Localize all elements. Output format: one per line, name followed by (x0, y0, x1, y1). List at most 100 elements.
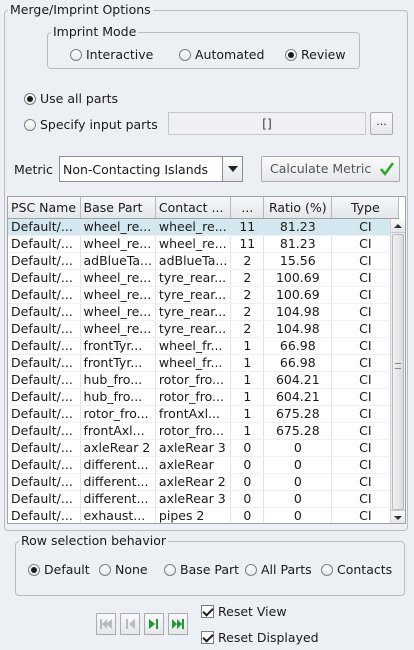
none-radio[interactable] (99, 563, 111, 576)
metric-select[interactable]: Non-Contacting Islands (59, 156, 243, 182)
row-sel-default[interactable]: Default (28, 562, 90, 577)
automated-radio[interactable] (179, 48, 191, 61)
review-radio[interactable] (285, 48, 297, 61)
scroll-down-button[interactable] (391, 510, 405, 523)
previous-button[interactable] (120, 613, 140, 635)
default-label: Default (44, 562, 90, 577)
chevron-down-icon (228, 166, 238, 172)
table-row[interactable]: Default/... wheel_re... wheel_re... 11 81.23… (8, 218, 400, 236)
calculate-metric-button[interactable]: Calculate Metric (261, 156, 400, 182)
arrow-down-icon (394, 516, 402, 520)
reset-view-option[interactable]: Reset View (201, 604, 287, 619)
table-row[interactable]: Default/... axleRear 2 axleRear 3 0 0 CI (8, 439, 400, 457)
browse-parts-button[interactable]: ... (370, 112, 393, 135)
imprint-mode-automated[interactable]: Automated (179, 47, 264, 62)
table-cell: frontAxl... (80, 422, 156, 440)
table-cell: wheel_fr... (155, 354, 232, 372)
specify-parts-label: Specify input parts (40, 117, 158, 132)
table-cell: CI (331, 337, 400, 355)
table-row[interactable]: Default/... exhaust... pipes 2 0 0 CI (8, 507, 400, 523)
table-cell: pipes 2 (155, 507, 232, 523)
use-all-parts-label: Use all parts (40, 91, 119, 106)
all-parts-radio[interactable] (245, 563, 257, 576)
col-header-count[interactable]: ... (230, 197, 265, 219)
use-all-parts-radio[interactable] (24, 92, 36, 105)
table-cell: wheel_re... (80, 218, 156, 236)
table-cell: 604.21 (263, 371, 333, 389)
table-cell: CI (331, 371, 400, 389)
table-vertical-scrollbar[interactable] (390, 219, 405, 523)
row-sel-none[interactable]: None (99, 562, 148, 577)
input-parts-field[interactable]: [] (168, 112, 366, 135)
use-all-parts-option[interactable]: Use all parts (24, 91, 118, 106)
interactive-radio[interactable] (70, 48, 82, 61)
table-row[interactable]: Default/... frontTyr... wheel_fr... 1 66.98 C… (8, 337, 400, 355)
table-row[interactable]: Default/... rotor_fro... frontAxl... 1 675.2… (8, 405, 400, 423)
first-button[interactable] (96, 613, 116, 635)
table-cell: 11 (230, 235, 265, 253)
table-cell: Default/... (8, 439, 81, 457)
table-cell: 66.98 (263, 337, 333, 355)
table-row[interactable]: Default/... frontTyr... wheel_fr... 1 66.98 C… (8, 354, 400, 372)
results-table: PSC Name Base Part Contact ... ... Ratio… (7, 196, 406, 524)
table-cell: CI (331, 252, 400, 270)
table-cell: CI (331, 286, 400, 304)
reset-displayed-option[interactable]: Reset Displayed (201, 630, 319, 645)
reset-displayed-checkbox[interactable] (201, 631, 214, 644)
table-row[interactable]: Default/... wheel_re... wheel_re... 11 81.23… (8, 235, 400, 253)
reset-view-checkbox[interactable] (201, 605, 214, 618)
col-header-type[interactable]: Type (331, 197, 400, 219)
step-back-icon (126, 619, 135, 629)
table-cell: CI (331, 456, 400, 474)
table-row[interactable]: Default/... different... axleRear 0 0 CI (8, 456, 400, 474)
table-cell: different... (80, 456, 156, 474)
step-forward-icon (149, 619, 158, 629)
row-sel-all-parts[interactable]: All Parts (245, 562, 312, 577)
base-part-radio[interactable] (164, 563, 176, 576)
specify-parts-option[interactable]: Specify input parts (24, 117, 158, 132)
table-cell: axleRear (155, 456, 232, 474)
table-row[interactable]: Default/... wheel_re... tyre_rear... 2 104.9… (8, 320, 400, 338)
col-header-psc-name[interactable]: PSC Name (8, 197, 81, 219)
table-cell: 0 (230, 507, 265, 523)
table-cell: wheel_re... (80, 303, 156, 321)
imprint-mode-review[interactable]: Review (285, 47, 346, 62)
imprint-mode-interactive[interactable]: Interactive (70, 47, 153, 62)
contacts-radio[interactable] (321, 563, 333, 576)
scroll-thumb[interactable] (392, 234, 404, 510)
table-cell: rotor_fro... (155, 422, 232, 440)
table-cell: tyre_rear... (155, 320, 232, 338)
col-header-contact[interactable]: Contact ... (155, 197, 232, 219)
table-row[interactable]: Default/... hub_fro... rotor_fro... 1 604.21… (8, 371, 400, 389)
table-row[interactable]: Default/... different... axleRear 2 0 0 CI (8, 473, 400, 491)
table-cell: axleRear 2 (155, 473, 232, 491)
table-cell: different... (80, 473, 156, 491)
table-cell: 0 (263, 490, 333, 508)
table-cell: 1 (230, 371, 265, 389)
table-cell: frontAxl... (155, 405, 232, 423)
table-cell: 0 (230, 490, 265, 508)
col-header-base-part[interactable]: Base Part (80, 197, 156, 219)
scroll-up-button[interactable] (391, 219, 405, 233)
specify-parts-radio[interactable] (24, 118, 36, 131)
table-cell: adBlueTa... (80, 252, 156, 270)
col-header-ratio[interactable]: Ratio (%) (263, 197, 333, 219)
row-sel-contacts[interactable]: Contacts (321, 562, 392, 577)
table-row[interactable]: Default/... wheel_re... tyre_rear... 2 100.6… (8, 269, 400, 287)
table-row[interactable]: Default/... wheel_re... tyre_rear... 2 100.6… (8, 286, 400, 304)
table-cell: axleRear 3 (155, 439, 232, 457)
table-row[interactable]: Default/... wheel_re... tyre_rear... 2 104.9… (8, 303, 400, 321)
checkmark-icon (380, 162, 395, 177)
table-row[interactable]: Default/... different... axleRear 3 0 0 CI (8, 490, 400, 508)
table-row[interactable]: Default/... frontAxl... rotor_fro... 1 675.2… (8, 422, 400, 440)
last-button[interactable] (168, 613, 188, 635)
metric-dropdown-button[interactable] (222, 157, 242, 181)
default-radio[interactable] (28, 563, 40, 576)
table-row[interactable]: Default/... hub_fro... rotor_fro... 1 604.21… (8, 388, 400, 406)
table-cell: 2 (230, 320, 265, 338)
table-cell: CI (331, 405, 400, 423)
table-cell: CI (331, 269, 400, 287)
row-sel-base-part[interactable]: Base Part (164, 562, 239, 577)
table-row[interactable]: Default/... adBlueTa... adBlueTa... 2 15.56 C… (8, 252, 400, 270)
next-button[interactable] (144, 613, 164, 635)
